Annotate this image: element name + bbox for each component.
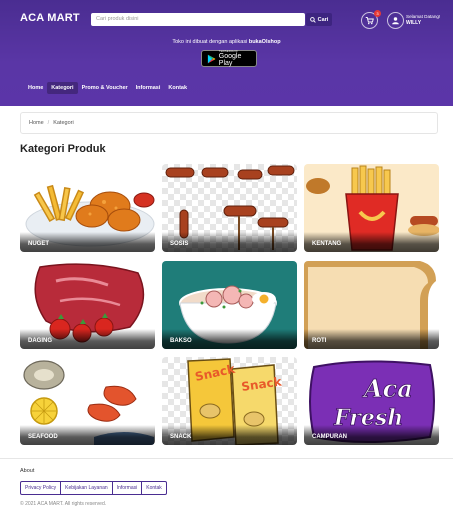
nav-informasi[interactable]: Informasi (132, 82, 165, 94)
user-icon (392, 17, 399, 25)
google-play-small-text: TERSEDIA DI (218, 49, 238, 53)
copyright: © 2021 ACA MART. All rights reserved. (20, 501, 107, 507)
category-label: BAKSO (170, 338, 192, 344)
svg-text:Aca: Aca (362, 374, 413, 403)
category-card-bakso[interactable]: BAKSO (162, 261, 297, 349)
search-button-label: Cari (317, 16, 329, 23)
category-card-daging[interactable]: DAGING (20, 261, 155, 349)
google-play-label: Google Play (218, 53, 242, 67)
footer-divider (0, 458, 453, 459)
brand-logo[interactable]: ACA MART (20, 12, 80, 24)
top-header: ACA MART Cari produk disini Cari 3 Selam… (0, 0, 453, 106)
category-card-nuget[interactable]: NUGET (20, 164, 155, 252)
nav-kategori[interactable]: Kategori (47, 82, 78, 94)
footer-link-informasi[interactable]: Informasi (111, 481, 143, 495)
footer-link-kebijakan-layanan[interactable]: Kebijakan Layanan (60, 481, 113, 495)
user-avatar[interactable] (387, 12, 404, 29)
cart-icon (365, 17, 374, 25)
category-card-seafood[interactable]: SEAFOOD (20, 357, 155, 445)
search-icon (309, 16, 316, 23)
search-button[interactable]: Cari (306, 13, 332, 26)
promo-text: Toko ini dibuat dengan aplikasi (172, 39, 248, 45)
nav-home[interactable]: Home (24, 82, 47, 94)
footer-about-heading: About (20, 468, 35, 474)
category-card-snack[interactable]: Snack Snack SNACK (162, 357, 297, 445)
nav-promo-voucher[interactable]: Promo & Voucher (78, 82, 132, 94)
search-input[interactable]: Cari produk disini (91, 13, 305, 26)
cart-count-badge: 3 (374, 10, 381, 17)
category-label: CAMPURAN (312, 434, 347, 440)
breadcrumb-current: Kategori (53, 120, 74, 126)
footer-link-privacy-policy[interactable]: Privacy Policy (20, 481, 62, 495)
category-label: ROTI (312, 338, 327, 344)
category-label: SNACK (170, 434, 192, 440)
google-play-badge[interactable]: TERSEDIA DI Google Play (201, 50, 257, 67)
category-label: SEAFOOD (28, 434, 58, 440)
category-label: KENTANG (312, 241, 342, 247)
category-label: DAGING (28, 338, 52, 344)
footer-link-kontak[interactable]: Kontak (141, 481, 167, 495)
main-nav: Home Kategori Promo & Voucher Informasi … (24, 82, 191, 94)
page-title: Kategori Produk (20, 143, 106, 155)
category-card-roti[interactable]: ROTI (304, 261, 439, 349)
nav-kontak[interactable]: Kontak (164, 82, 191, 94)
footer-links: Privacy Policy Kebijakan Layanan Informa… (20, 481, 167, 495)
user-greeting: Selamat Datang! (406, 14, 441, 19)
category-card-campuran[interactable]: Aca Fresh CAMPURAN (304, 357, 439, 445)
category-label: NUGET (28, 241, 49, 247)
breadcrumb: Home / Kategori (20, 112, 438, 134)
user-name[interactable]: WILLY (406, 20, 421, 26)
breadcrumb-separator: / (47, 120, 50, 126)
google-play-icon (207, 54, 216, 63)
category-label: SOSIS (170, 241, 189, 247)
promo-app-name: bukaOlshop (248, 39, 281, 45)
app-promo-text: Toko ini dibuat dengan aplikasi bukaOlsh… (0, 39, 453, 45)
category-card-sosis[interactable]: SOSIS (162, 164, 297, 252)
breadcrumb-home[interactable]: Home (29, 120, 44, 126)
category-card-kentang[interactable]: KENTANG (304, 164, 439, 252)
